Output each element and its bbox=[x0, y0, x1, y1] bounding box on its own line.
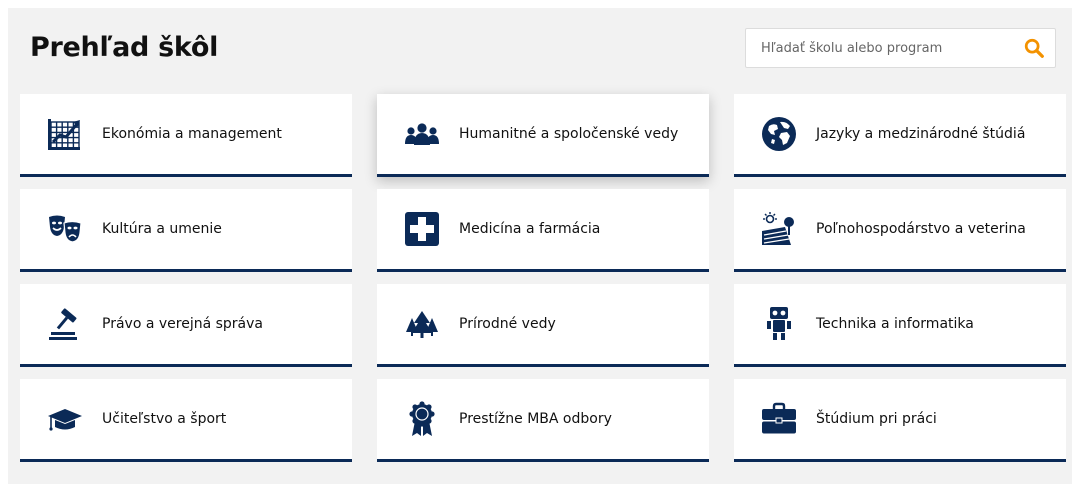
category-card-humanities[interactable]: Humanitné a spoločenské vedy bbox=[377, 94, 709, 177]
category-label: Štúdium pri práci bbox=[816, 411, 937, 427]
search-input[interactable] bbox=[746, 29, 1016, 67]
category-label: Technika a informatika bbox=[816, 316, 974, 332]
category-card-languages[interactable]: Jazyky a medzinárodné štúdiá bbox=[734, 94, 1066, 177]
category-label: Ekonómia a management bbox=[102, 126, 282, 142]
category-grid: Ekonómia a management Humanitné a spoloč… bbox=[20, 94, 1066, 462]
category-card-natural-sciences[interactable]: Prírodné vedy bbox=[377, 284, 709, 367]
people-group-icon bbox=[403, 115, 441, 153]
category-card-technology[interactable]: Technika a informatika bbox=[734, 284, 1066, 367]
category-card-economics[interactable]: Ekonómia a management bbox=[20, 94, 352, 177]
category-label: Humanitné a spoločenské vedy bbox=[459, 126, 679, 142]
magnifier-icon bbox=[1024, 38, 1044, 58]
category-label: Prestížne MBA odbory bbox=[459, 411, 612, 427]
chart-icon bbox=[46, 115, 84, 153]
page-title: Prehľad škôl bbox=[30, 32, 219, 63]
gavel-icon bbox=[46, 305, 84, 343]
category-label: Jazyky a medzinárodné štúdiá bbox=[816, 126, 1026, 142]
category-card-medicine[interactable]: Medicína a farmácia bbox=[377, 189, 709, 272]
category-label: Právo a verejná správa bbox=[102, 316, 263, 332]
category-label: Poľnohospodárstvo a veterina bbox=[816, 221, 1026, 237]
category-card-part-time-study[interactable]: Štúdium pri práci bbox=[734, 379, 1066, 462]
category-card-law[interactable]: Právo a verejná správa bbox=[20, 284, 352, 367]
graduation-cap-icon bbox=[46, 400, 84, 438]
farm-field-icon bbox=[760, 210, 798, 248]
category-card-culture[interactable]: Kultúra a umenie bbox=[20, 189, 352, 272]
search-box bbox=[745, 28, 1056, 68]
category-label: Prírodné vedy bbox=[459, 316, 556, 332]
category-card-agriculture[interactable]: Poľnohospodárstvo a veterina bbox=[734, 189, 1066, 272]
robot-icon bbox=[760, 305, 798, 343]
award-badge-icon bbox=[403, 400, 441, 438]
category-label: Medicína a farmácia bbox=[459, 221, 601, 237]
category-label: Učiteľstvo a šport bbox=[102, 411, 227, 427]
briefcase-icon bbox=[760, 400, 798, 438]
trees-icon bbox=[403, 305, 441, 343]
globe-icon bbox=[760, 115, 798, 153]
category-label: Kultúra a umenie bbox=[102, 221, 222, 237]
search-button[interactable] bbox=[1023, 37, 1045, 59]
theater-masks-icon bbox=[46, 210, 84, 248]
category-card-teaching[interactable]: Učiteľstvo a šport bbox=[20, 379, 352, 462]
medical-cross-icon bbox=[403, 210, 441, 248]
category-card-mba[interactable]: Prestížne MBA odbory bbox=[377, 379, 709, 462]
schools-overview-panel: Prehľad škôl Hľadať školu alebo program … bbox=[8, 8, 1072, 484]
